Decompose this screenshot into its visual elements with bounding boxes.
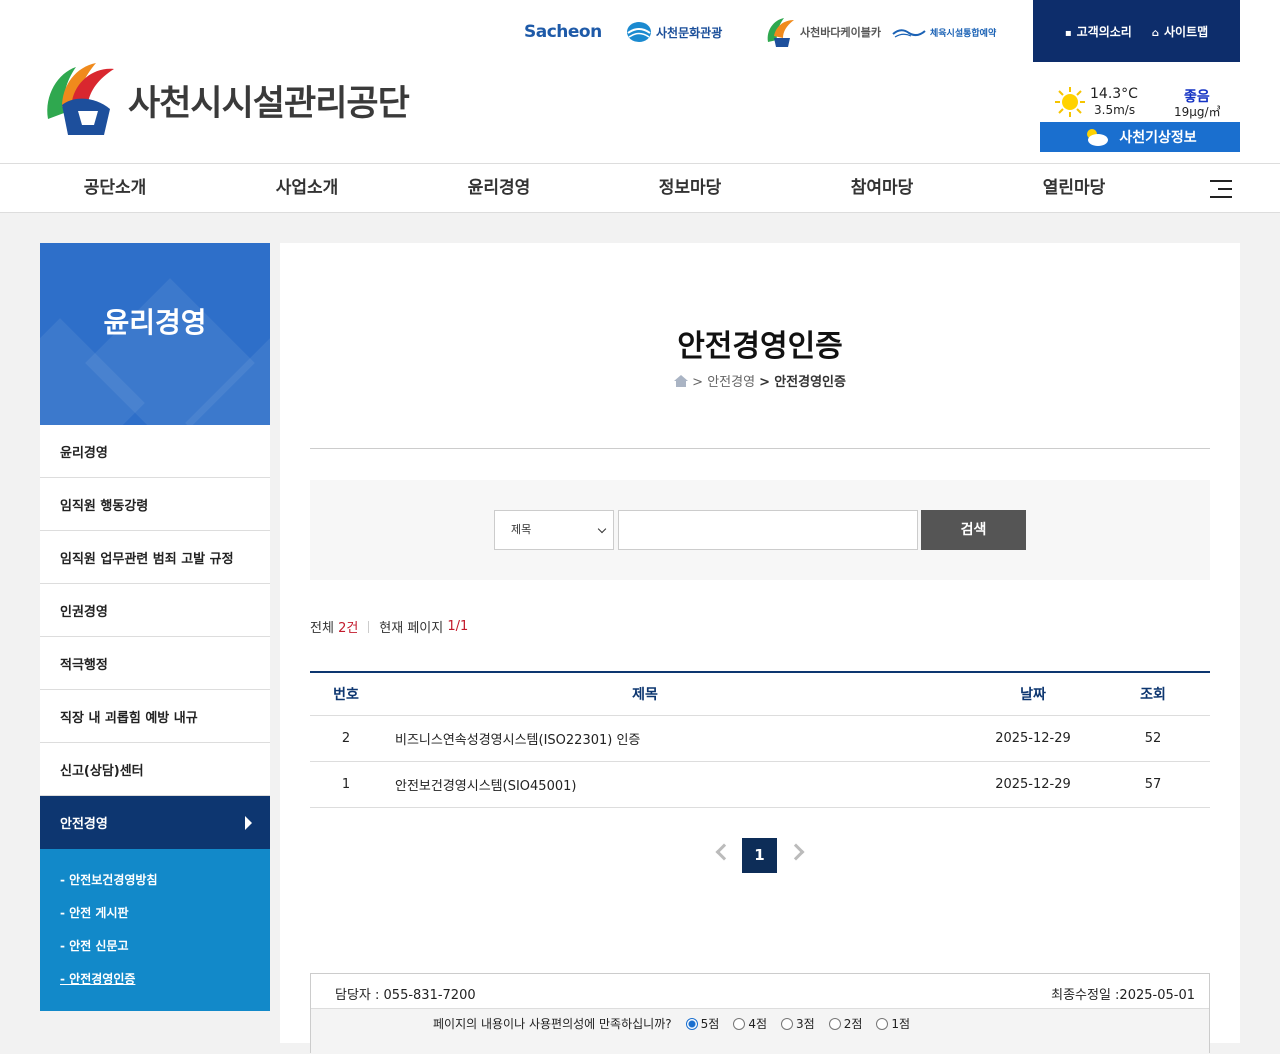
gnb-item-ethics[interactable]: 윤리경영 xyxy=(424,164,574,212)
row-title-link[interactable]: 비즈니스연속성경영시스템(ISO22301) 인증 xyxy=(382,729,968,748)
row-number: 2 xyxy=(341,731,351,746)
lnb-item-crime-report-rule[interactable]: 임직원 업무관련 범죄 고발 규정 xyxy=(40,531,270,584)
lnb-title: 윤리경영 xyxy=(103,306,207,339)
culture-tour-icon xyxy=(627,22,651,42)
utility-bar: ▪ 고객의소리 ⌂ 사이트맵 xyxy=(1033,0,1240,62)
pagination: 1 xyxy=(280,838,1240,873)
sports-reservation-icon xyxy=(892,29,926,38)
row-date: 2025-12-29 xyxy=(995,731,1071,746)
family-site-label: 사천바다케이블카 xyxy=(800,26,881,39)
table-header: 번호 제목 날짜 조회 xyxy=(310,673,1210,716)
family-site-sports[interactable]: 체육시설통합예약 xyxy=(892,14,996,50)
last-updated: 최종수정일 :2025-05-01 xyxy=(1051,988,1195,1003)
gnb-item-info[interactable]: 정보마당 xyxy=(615,164,765,212)
family-site-culture[interactable]: 사천문화관광 xyxy=(626,14,722,50)
col-title: 제목 xyxy=(632,687,658,703)
caret-right-icon xyxy=(245,815,252,830)
gnb-item-open[interactable]: 열린마당 xyxy=(999,164,1149,212)
document-icon: ▪ xyxy=(1064,27,1072,39)
manager-contact: 담당자 : 055-831-7200 xyxy=(335,988,476,1003)
family-site-label: 사천문화관광 xyxy=(656,25,723,40)
page-number-current[interactable]: 1 xyxy=(742,838,777,873)
home-icon[interactable] xyxy=(674,375,688,387)
lnb-item-harassment-prevention[interactable]: 직장 내 괴롭힘 예방 내규 xyxy=(40,690,270,743)
family-site-label: Sacheon xyxy=(524,22,602,42)
row-views: 57 xyxy=(1144,777,1162,792)
breadcrumb: > 안전경영 > 안전경영인증 xyxy=(280,371,1240,390)
customer-voice-link[interactable]: ▪ 고객의소리 xyxy=(1065,23,1132,40)
family-site-label: 체육시설통합예약 xyxy=(930,28,997,39)
lnb-submenu: - 안전보건경영방침 - 안전 게시판 - 안전 신문고 - 안전경영인증 xyxy=(40,849,270,1011)
breadcrumb-current: 안전경영인증 xyxy=(774,375,846,390)
col-number: 번호 xyxy=(333,687,359,703)
search-type-select[interactable]: 제목 xyxy=(494,510,614,550)
sitemap-link[interactable]: ⌂ 사이트맵 xyxy=(1152,23,1208,40)
home-icon: ⌂ xyxy=(1151,27,1159,39)
lnb-item-ethics[interactable]: 윤리경영 xyxy=(40,425,270,478)
site-header: 사천시시설관리공단 Sacheon 사천문화관광 사천바다케이블카 체육시설통합… xyxy=(0,0,1280,163)
lnb-sub-safety-board[interactable]: - 안전 게시판 xyxy=(60,898,270,931)
chevron-left-icon[interactable] xyxy=(715,843,733,861)
gnb-item-participation[interactable]: 참여마당 xyxy=(807,164,957,212)
lnb-sub-safety-certification[interactable]: - 안전경영인증 xyxy=(60,964,270,997)
table-row: 1 안전보건경영시스템(SIO45001) 2025-12-29 57 xyxy=(310,762,1210,808)
search-button[interactable]: 검색 xyxy=(921,510,1026,550)
col-date: 날짜 xyxy=(1020,687,1046,703)
gnb-item-business[interactable]: 사업소개 xyxy=(232,164,382,212)
page-title: 안전경영인증 xyxy=(677,329,843,364)
family-site-cablecar[interactable]: 사천바다케이블카 xyxy=(764,14,881,50)
main-content: 안전경영인증 > 안전경영 > 안전경영인증 제목 검색 전체 2건 현재 페이… xyxy=(280,243,1240,1054)
divider xyxy=(310,448,1210,449)
lnb-item-human-rights[interactable]: 인권경영 xyxy=(40,584,270,637)
breadcrumb-item[interactable]: 안전경영 xyxy=(707,375,755,390)
page-info-box: 담당자 : 055-831-7200 최종수정일 :2025-05-01 페이지… xyxy=(310,973,1210,1054)
side-navigation: 윤리경영 임직원 행동강령 임직원 업무관련 범죄 고발 규정 인권경영 적극행… xyxy=(40,425,270,1011)
row-number: 1 xyxy=(341,777,351,792)
row-views: 52 xyxy=(1144,731,1162,746)
main-navigation: 공단소개 사업소개 윤리경영 정보마당 참여마당 열린마당 xyxy=(0,163,1280,213)
lnb-header: 윤리경영 xyxy=(40,243,270,425)
lnb-active-label: 안전경영 xyxy=(60,817,108,832)
lnb-item-safety-management[interactable]: 안전경영 xyxy=(40,796,270,849)
weather-widget: 14.3°C 3.5m/s 좋음 19μg/㎥ xyxy=(1040,84,1240,122)
site-logo[interactable]: 사천시시설관리공단 xyxy=(40,60,410,140)
fine-dust: 19μg/㎥ xyxy=(1174,105,1221,119)
chevron-down-icon xyxy=(597,524,607,534)
row-title-link[interactable]: 안전보건경영시스템(SIO45001) xyxy=(382,775,968,794)
search-input[interactable] xyxy=(618,510,918,550)
menu-icon[interactable] xyxy=(1210,180,1232,198)
satisfaction-survey: 페이지의 내용이나 사용편의성에 만족하십니까? 5점 4점 3점 2점 1점 xyxy=(311,1008,1209,1054)
sun-icon xyxy=(1055,87,1085,117)
cloud-icon xyxy=(1087,129,1109,146)
temperature: 14.3°C xyxy=(1090,86,1138,102)
col-views: 조회 xyxy=(1140,687,1166,703)
lnb-sub-safety-petition[interactable]: - 안전 신문고 xyxy=(60,931,270,964)
gnb-item-about[interactable]: 공단소개 xyxy=(40,164,190,212)
board-table: 번호 제목 날짜 조회 2 비즈니스연속성경영시스템(ISO22301) 인증 … xyxy=(310,671,1210,808)
chevron-right-icon[interactable] xyxy=(787,843,805,861)
weather-info-button[interactable]: 사천기상정보 xyxy=(1040,122,1240,152)
board-count: 전체 2건 현재 페이지 1/1 xyxy=(310,619,469,636)
divider xyxy=(368,620,370,633)
cablecar-icon xyxy=(767,18,794,47)
lnb-item-report-center[interactable]: 신고(상담)센터 xyxy=(40,743,270,796)
lnb-sub-safety-policy[interactable]: - 안전보건경영방침 xyxy=(60,865,270,898)
logo-mark-icon xyxy=(47,63,114,135)
row-date: 2025-12-29 xyxy=(995,777,1071,792)
site-name: 사천시시설관리공단 xyxy=(128,83,410,124)
lnb-item-code-of-conduct[interactable]: 임직원 행동강령 xyxy=(40,478,270,531)
total-count: 2건 xyxy=(338,621,359,636)
search-box: 제목 검색 xyxy=(310,480,1210,580)
page-indicator: 1/1 xyxy=(447,619,469,634)
wind-speed: 3.5m/s xyxy=(1094,103,1136,117)
lnb-item-proactive-admin[interactable]: 적극행정 xyxy=(40,637,270,690)
family-site-sacheon[interactable]: Sacheon xyxy=(524,14,602,50)
table-row: 2 비즈니스연속성경영시스템(ISO22301) 인증 2025-12-29 5… xyxy=(310,716,1210,762)
